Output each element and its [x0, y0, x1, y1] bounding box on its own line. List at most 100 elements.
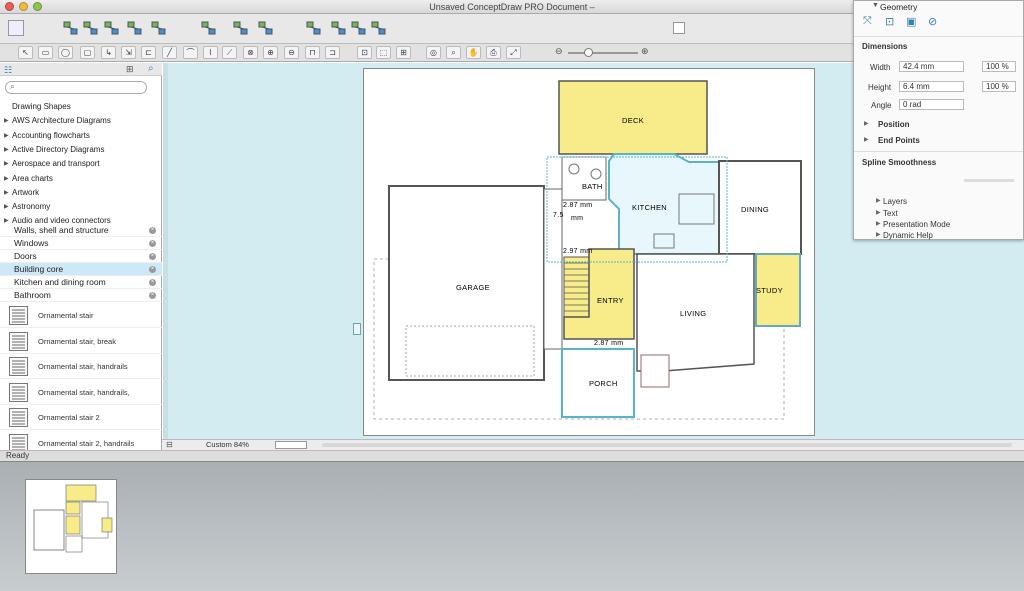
align-icon[interactable] — [305, 19, 322, 37]
room-bath[interactable] — [561, 156, 607, 201]
library-item[interactable]: ▶ Accounting flowcharts — [0, 129, 162, 143]
zoom-out-icon[interactable]: ⊖ — [555, 46, 563, 57]
drawing-tool-button[interactable]: ⊏ — [141, 46, 156, 59]
width-percent-field[interactable]: 100 % — [982, 61, 1016, 72]
page-navigator[interactable] — [275, 441, 307, 449]
zoom-in-icon[interactable]: ⊕ — [641, 46, 649, 57]
group-icon[interactable]: ▣ — [906, 15, 916, 28]
layers-section[interactable]: Layers — [883, 197, 907, 206]
sublibrary-item[interactable]: Windows × — [0, 237, 162, 250]
expand-triangle-icon[interactable]: ▶ — [876, 231, 881, 238]
drawing-tool-button[interactable]: ↖ — [18, 46, 33, 59]
angle-field[interactable]: 0 rad — [899, 99, 964, 110]
library-item-drawing-shapes[interactable]: Drawing Shapes — [0, 100, 162, 114]
drawing-tool-button[interactable]: ⟋ — [222, 46, 237, 59]
sublibrary-item[interactable]: Building core × — [0, 263, 162, 276]
drawing-tool-button[interactable]: ◯ — [58, 46, 73, 59]
horizontal-scrollbar[interactable] — [322, 443, 1012, 447]
unlock-icon[interactable]: ⊘ — [928, 15, 937, 28]
zoom-slider[interactable] — [568, 52, 638, 54]
position-section[interactable]: Position — [878, 120, 910, 129]
height-field[interactable]: 6.4 mm — [899, 81, 964, 92]
sublibrary-item[interactable]: Kitchen and dining room × — [0, 276, 162, 289]
close-library-icon[interactable]: × — [149, 266, 156, 273]
arrange-icon[interactable] — [350, 19, 367, 37]
drawing-tool-button[interactable]: ╱ — [162, 46, 177, 59]
network-icon[interactable] — [126, 19, 143, 37]
format-icon[interactable] — [370, 19, 387, 37]
presentation-mode-section[interactable]: Presentation Mode — [883, 220, 950, 229]
sublibrary-item[interactable]: Doors × — [0, 250, 162, 263]
lock-icon[interactable]: ⊡ — [885, 15, 894, 28]
library-item[interactable]: ▶ Area charts — [0, 172, 162, 186]
drawing-tool-button[interactable]: ✋ — [466, 46, 481, 59]
close-library-icon[interactable]: × — [149, 227, 156, 234]
library-item[interactable]: ▶ Astronomy — [0, 200, 162, 214]
expand-triangle-icon[interactable]: ▶ — [4, 114, 9, 128]
zoom-select[interactable]: Custom 84% — [206, 440, 249, 449]
flowchart-icon[interactable] — [103, 19, 120, 37]
grid-view-icon[interactable]: ⊞ — [126, 64, 134, 75]
drawing-tool-button[interactable]: ⤢ — [506, 46, 521, 59]
drawing-tool-button[interactable]: ⊓ — [305, 46, 320, 59]
drawing-tool-button[interactable]: ⌒ — [183, 46, 198, 59]
drawing-tool-button[interactable]: ⊗ — [243, 46, 258, 59]
smoothness-slider[interactable] — [964, 179, 1014, 182]
paste-icon[interactable] — [257, 19, 274, 37]
expand-triangle-icon[interactable]: ▶ — [876, 209, 881, 216]
expand-triangle-icon[interactable]: ▶ — [864, 136, 869, 143]
close-library-icon[interactable]: × — [149, 240, 156, 247]
library-item[interactable]: ▶ AWS Architecture Diagrams — [0, 114, 162, 128]
tree-icon[interactable] — [82, 19, 99, 37]
search-icon[interactable]: ⌕ — [148, 63, 154, 74]
shape-item[interactable]: Ornamental stair 2 — [0, 405, 162, 431]
expand-triangle-icon[interactable]: ▶ — [4, 143, 9, 157]
library-item[interactable]: ▶ Active Directory Diagrams — [0, 143, 162, 157]
expand-triangle-icon[interactable]: ▶ — [4, 157, 9, 171]
expand-triangle-icon[interactable]: ▶ — [4, 129, 9, 143]
text-section[interactable]: Text — [883, 209, 898, 218]
zoom-decrease-icon[interactable]: ⊟ — [166, 440, 173, 449]
drawing-tool-button[interactable]: ⎙ — [486, 46, 501, 59]
drawing-tool-button[interactable]: ⌇ — [203, 46, 218, 59]
expand-triangle-icon[interactable]: ▶ — [876, 197, 881, 204]
drawing-tool-button[interactable]: ⊖ — [284, 46, 299, 59]
expand-triangle-icon[interactable]: ▶ — [4, 200, 9, 214]
close-library-icon[interactable]: × — [149, 253, 156, 260]
toggle-library-icon[interactable] — [8, 20, 24, 36]
drawing-tool-button[interactable]: ↳ — [101, 46, 116, 59]
shape-item[interactable]: Ornamental stair, handrails, — [0, 380, 162, 405]
expand-triangle-icon[interactable]: ▶ — [876, 220, 881, 227]
drawing-tool-button[interactable]: ⊐ — [325, 46, 340, 59]
search-input[interactable]: ⌕ — [5, 81, 147, 94]
drawing-tool-button[interactable]: ◎ — [426, 46, 441, 59]
collapse-triangle-icon[interactable]: ▼ — [872, 2, 879, 9]
close-library-icon[interactable]: × — [149, 292, 156, 299]
close-library-icon[interactable]: × — [149, 279, 156, 286]
drawing-tool-button[interactable]: ⇲ — [121, 46, 136, 59]
dynamic-help-section[interactable]: Dynamic Help — [883, 231, 933, 240]
expand-triangle-icon[interactable]: ▶ — [4, 186, 9, 200]
resize-icon[interactable]: ⤧ — [863, 15, 872, 28]
connector-icon[interactable] — [62, 19, 79, 37]
expand-triangle-icon[interactable]: ▶ — [4, 172, 9, 186]
expand-triangle-icon[interactable]: ▶ — [864, 120, 869, 127]
library-tree-icon[interactable]: ☷ — [4, 65, 12, 76]
drawing-tool-button[interactable]: ⊕ — [263, 46, 278, 59]
end-points-section[interactable]: End Points — [878, 136, 920, 145]
drawing-tool-button[interactable]: ⌕ — [446, 46, 461, 59]
drawing-page[interactable]: DECK BATH KITCHEN DINING GARAGE ENTRY LI… — [363, 68, 815, 436]
page-handle-icon[interactable] — [353, 323, 361, 335]
floor-plan[interactable]: DECK BATH KITCHEN DINING GARAGE ENTRY LI… — [364, 69, 816, 437]
drawing-tool-button[interactable]: ⊞ — [396, 46, 411, 59]
drawing-tool-button[interactable]: ▭ — [38, 46, 53, 59]
sublibrary-item[interactable]: Bathroom × — [0, 289, 162, 302]
zoom-slider-knob[interactable] — [584, 48, 593, 57]
height-percent-field[interactable]: 100 % — [982, 81, 1016, 92]
library-item[interactable]: ▶ Artwork — [0, 186, 162, 200]
distribute-icon[interactable] — [330, 19, 347, 37]
shape-item[interactable]: Ornamental stair, handrails — [0, 354, 162, 380]
page-thumbnail[interactable] — [25, 479, 117, 574]
shape-item[interactable]: Ornamental stair, break — [0, 329, 162, 354]
copy-icon[interactable] — [232, 19, 249, 37]
